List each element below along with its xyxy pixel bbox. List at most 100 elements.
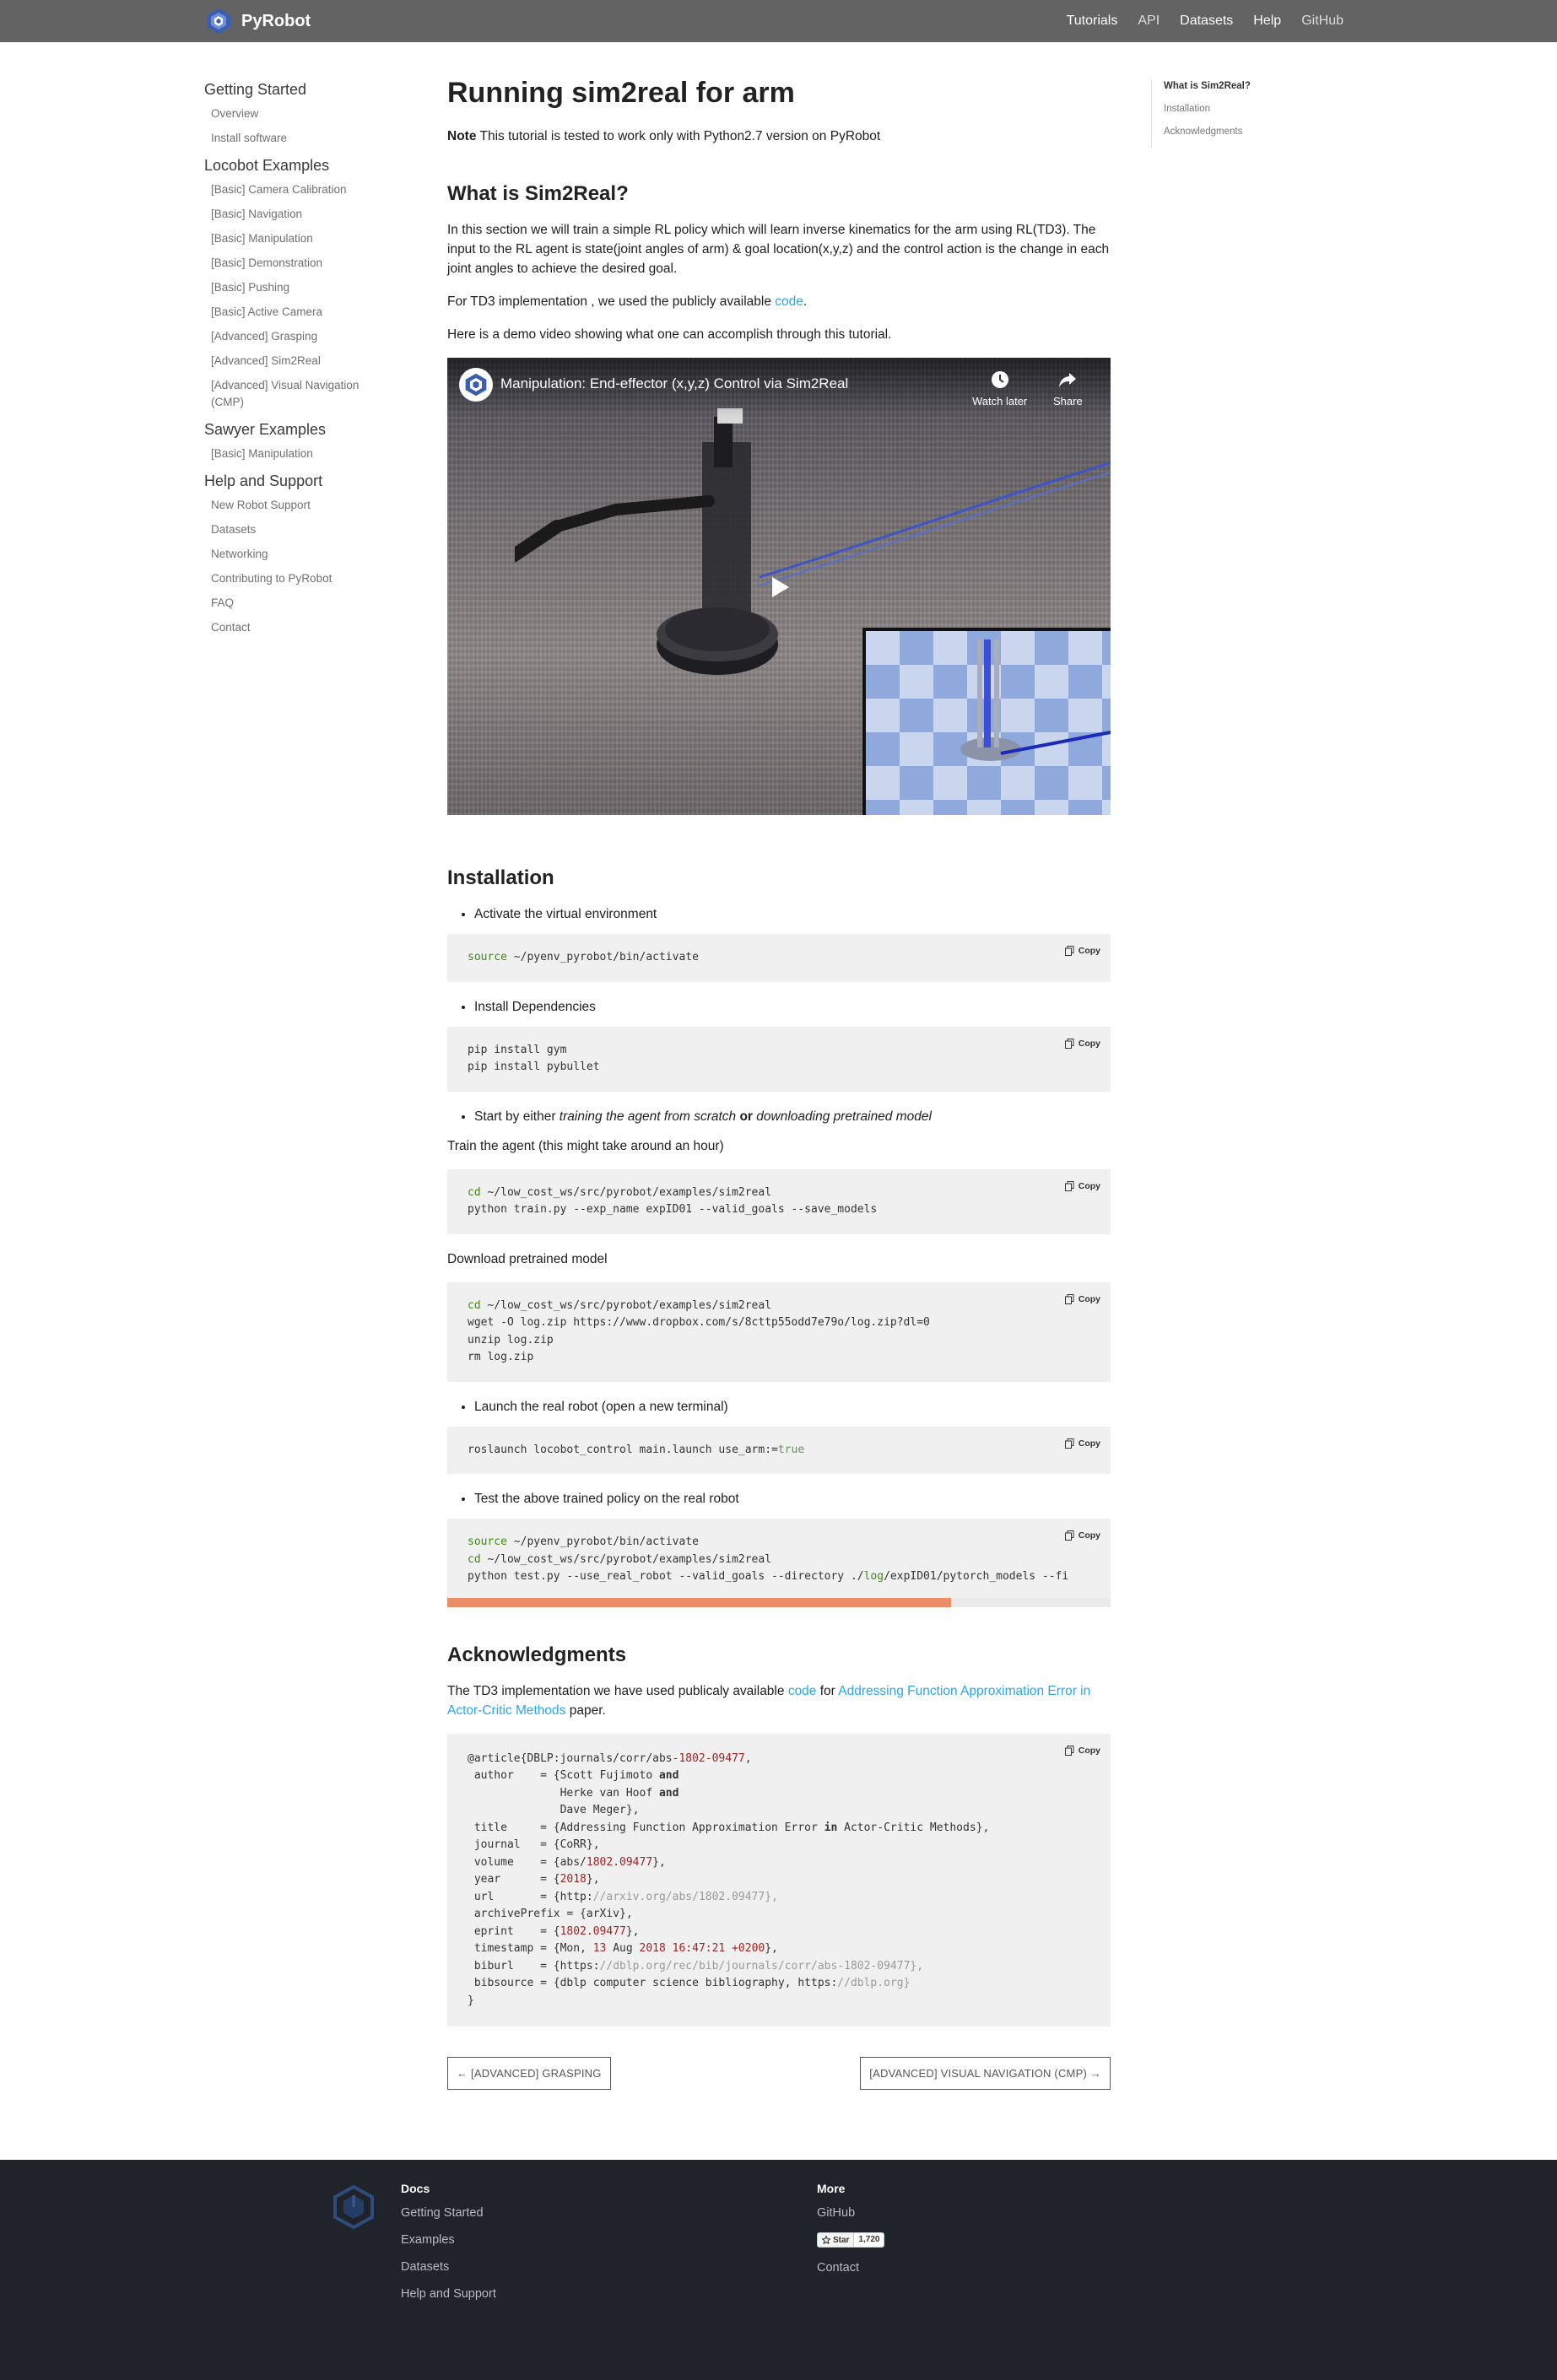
sidebar-item-overview[interactable]: Overview (204, 105, 381, 122)
sidebar-group-help-support: Help and Support New Robot Support Datas… (204, 472, 381, 636)
sidebar-item-camera-calibration[interactable]: [Basic] Camera Calibration (204, 181, 381, 198)
sidebar-item-networking[interactable]: Networking (204, 546, 381, 563)
footer-docs-column: Docs Getting Started Examples Datasets H… (401, 2182, 496, 2314)
nav-link-datasets[interactable]: Datasets (1180, 13, 1233, 29)
watch-later-button[interactable]: Watch later (972, 368, 1027, 407)
bib-number: 1802.09477 (560, 1924, 626, 1938)
prev-page-button[interactable]: ← [ADVANCED] GRASPING (447, 2057, 611, 2090)
copy-icon (1064, 1438, 1074, 1449)
doc-pager: ← [ADVANCED] GRASPING [ADVANCED] VISUAL … (447, 2057, 1111, 2090)
nav-link-api[interactable]: API (1138, 13, 1160, 29)
sidebar-item-contact[interactable]: Contact (204, 619, 381, 636)
bib-url: //arxiv.org/abs/1802.09477}, (592, 1890, 778, 1903)
nav-link-github[interactable]: GitHub (1301, 13, 1343, 29)
video-title[interactable]: Manipulation: End-effector (x,y,z) Contr… (500, 375, 848, 392)
demo-paragraph: Here is a demo video showing what one ca… (447, 327, 892, 342)
copy-button[interactable]: Copy (1064, 1178, 1100, 1195)
bib-text: biburl = {https: (468, 1959, 600, 1973)
footer-link-getting-started[interactable]: Getting Started (401, 2206, 496, 2220)
code-keyword: source (468, 951, 507, 963)
sidebar-item-visual-navigation[interactable]: [Advanced] Visual Navigation (CMP) (204, 377, 381, 411)
sim2real-intro: In this section we will train a simple R… (447, 223, 1110, 276)
bib-text: Herke van Hoof (468, 1786, 659, 1800)
sidebar-item-datasets[interactable]: Datasets (204, 521, 381, 538)
sidebar-item-manipulation[interactable]: [Basic] Manipulation (204, 230, 381, 247)
toc-item-installation[interactable]: Installation (1164, 102, 1251, 116)
sidebar-item-navigation[interactable]: [Basic] Navigation (204, 206, 381, 223)
horizontal-scrollbar[interactable] (447, 1597, 1111, 1607)
code-block-download: Copy cd ~/low_cost_ws/src/pyrobot/example… (447, 1282, 1111, 1382)
bib-number: 1802.09477 (586, 1855, 653, 1869)
sidebar-item-pushing[interactable]: [Basic] Pushing (204, 279, 381, 296)
code-line: python test.py --use_real_robot --valid_… (468, 1570, 864, 1583)
play-icon[interactable] (758, 566, 800, 608)
step-emphasis: training the agent from scratch (559, 1109, 737, 1124)
github-star-button[interactable]: Star 1,720 (817, 2232, 885, 2248)
sidebar-item-grasping[interactable]: [Advanced] Grasping (204, 328, 381, 345)
footer-docs-title: Docs (401, 2182, 430, 2195)
sidebar-item-sawyer-manipulation[interactable]: [Basic] Manipulation (204, 445, 381, 462)
bib-keyword: and (658, 1769, 679, 1782)
copy-button[interactable]: Copy (1064, 1035, 1100, 1053)
sim-robot-illustration (960, 640, 1111, 761)
sidebar-item-new-robot-support[interactable]: New Robot Support (204, 497, 381, 514)
copy-button[interactable]: Copy (1064, 1435, 1100, 1453)
bib-text: archivePrefix = {arXiv}, (468, 1908, 633, 1920)
bib-text: title = {Addressing Function Approximati… (468, 1821, 824, 1834)
share-button[interactable]: Share (1053, 368, 1083, 407)
copy-button[interactable]: Copy (1064, 1527, 1100, 1545)
footer-more-title: More (817, 2182, 846, 2195)
sidebar-item-contributing[interactable]: Contributing to PyRobot (204, 570, 381, 587)
pyrobot-logo-icon[interactable] (330, 2183, 377, 2231)
footer-link-contact[interactable]: Contact (817, 2261, 884, 2275)
code-keyword: log (863, 1570, 884, 1583)
code-line: wget -O log.zip https://www.dropbox.com/… (468, 1316, 930, 1329)
copy-label: Copy (1078, 1180, 1100, 1191)
nav-link-tutorials[interactable]: Tutorials (1067, 13, 1118, 29)
bib-number: 2018 (560, 1873, 587, 1886)
footer-link-examples[interactable]: Examples (401, 2233, 496, 2247)
code-line: ~/low_cost_ws/src/pyrobot/examples/sim2r… (480, 1552, 772, 1566)
footer-more-column: More GitHub Star 1,720 Contact (817, 2182, 885, 2288)
sidebar-item-sim2real[interactable]: [Advanced] Sim2Real (204, 353, 381, 370)
ack-paragraph: The TD3 implementation we have used publ… (447, 1681, 1111, 1720)
scrollbar-thumb[interactable] (447, 1597, 951, 1607)
bib-number: 13 (592, 1942, 607, 1955)
copy-button[interactable]: Copy (1064, 1742, 1100, 1760)
sidebar-item-faq[interactable]: FAQ (204, 595, 381, 612)
ack-code-link[interactable]: code (788, 1684, 817, 1698)
copy-button[interactable]: Copy (1064, 942, 1100, 960)
step-list: Activate the virtual environment (447, 904, 1111, 924)
toc-item-what-is-sim2real[interactable]: What is Sim2Real? (1164, 79, 1251, 93)
top-navbar: PyRobot Tutorials API Datasets Help GitH… (0, 0, 1557, 42)
sidebar-group-title: Help and Support (204, 472, 323, 489)
train-text: Train the agent (this might take around … (447, 1138, 724, 1153)
sidebar-item-active-camera[interactable]: [Basic] Active Camera (204, 304, 381, 321)
copy-label: Copy (1078, 1293, 1100, 1304)
bib-keyword: and (658, 1786, 679, 1800)
bib-text: Actor-Critic Methods}, (837, 1821, 990, 1834)
bib-text: }, (586, 1873, 600, 1886)
code-block-activate: Copy source ~/pyenv_pyrobot/bin/activate (447, 934, 1111, 982)
code-block-train: Copy cd ~/low_cost_ws/src/pyrobot/example… (447, 1168, 1111, 1234)
copy-button[interactable]: Copy (1064, 1291, 1100, 1309)
sidebar-group-title: Sawyer Examples (204, 421, 327, 438)
footer-link-help-support[interactable]: Help and Support (401, 2287, 496, 2301)
code-line: pip install pybullet (468, 1060, 600, 1073)
nav-link-help[interactable]: Help (1253, 13, 1281, 29)
code-keyword: source (468, 1535, 507, 1548)
footer-link-github[interactable]: GitHub (817, 2206, 884, 2220)
toc-item-acknowledgments[interactable]: Acknowledgments (1164, 125, 1251, 138)
code-line: roslaunch locobot_control main.launch us… (468, 1443, 778, 1456)
sidebar-item-demonstration[interactable]: [Basic] Demonstration (204, 255, 381, 272)
channel-avatar[interactable] (459, 368, 493, 402)
sidebar-item-install-software[interactable]: Install software (204, 130, 381, 147)
code-text: ~/pyenv_pyrobot/bin/activate (506, 951, 699, 963)
demo-video-embed[interactable]: Manipulation: End-effector (x,y,z) Contr… (447, 358, 1111, 815)
td3-code-link[interactable]: code (775, 294, 803, 309)
footer-link-datasets[interactable]: Datasets (401, 2260, 496, 2274)
bib-text: }, (765, 1942, 778, 1955)
next-page-button[interactable]: [ADVANCED] VISUAL NAVIGATION (CMP) → (860, 2057, 1111, 2090)
brand[interactable]: PyRobot (204, 6, 311, 36)
note-label: Note (447, 129, 477, 143)
